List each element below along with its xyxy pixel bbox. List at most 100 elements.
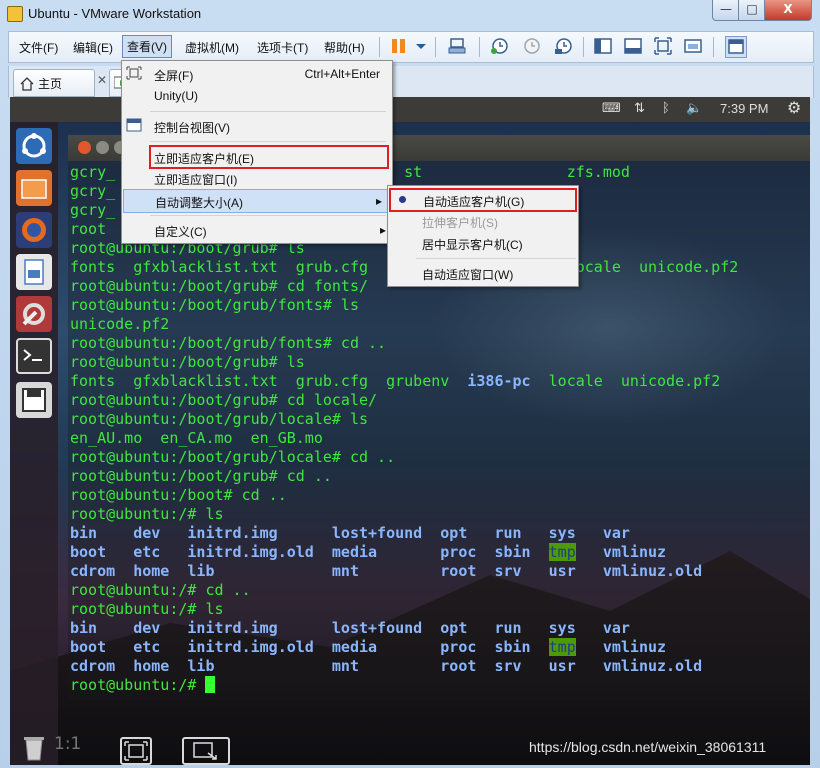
menu-item-label: 自动适应客户机(G) <box>423 195 525 209</box>
terminal-icon[interactable] <box>16 338 52 374</box>
snapshot-manager-icon[interactable] <box>553 36 573 56</box>
menu-item-fit-window-now[interactable]: 立即适应窗口(I) <box>122 167 392 189</box>
terminal-text: bin dev initrd.img lost+found opt run sy… <box>70 524 630 542</box>
toolbar-separator <box>379 37 380 57</box>
bluetooth-icon[interactable]: ᛒ <box>662 101 670 116</box>
terminal-cursor <box>205 676 216 693</box>
menu-item-unity[interactable]: Unity(U) <box>122 85 392 107</box>
terminal-text: root@ubuntu:/boot# cd .. <box>70 486 287 504</box>
view-menu: 全屏(F) Ctrl+Alt+Enter Unity(U) 控制台视图(V) 立… <box>121 60 393 244</box>
terminal-text: tmp <box>548 638 576 656</box>
window-title: Ubuntu - VMware Workstation <box>28 6 202 21</box>
menu-item-center-guest[interactable]: 居中显示客户机(C) <box>388 232 578 254</box>
terminal-text: root@ubuntu:/boot/grub# ls <box>70 353 305 371</box>
terminal-text: root@ubuntu:/boot/grub/fonts# ls <box>70 296 359 314</box>
save-disk-icon[interactable] <box>16 382 52 418</box>
document-viewer-icon[interactable] <box>16 254 52 290</box>
full-screen-icon[interactable] <box>653 36 673 56</box>
close-button[interactable]: X <box>764 0 812 21</box>
settings-icon[interactable] <box>16 296 52 332</box>
unity-icon[interactable] <box>683 36 703 56</box>
show-library-icon[interactable] <box>593 36 613 56</box>
menu-bar: 文件(F) 编辑(E) 查看(V) 虚拟机(M) 选项卡(T) 帮助(H) <box>8 31 814 63</box>
files-icon[interactable] <box>16 170 52 206</box>
menu-item-label: 控制台视图(V) <box>154 121 230 135</box>
menu-item-customize[interactable]: 自定义(C) ▸ <box>122 219 392 241</box>
terminal-text: root@ubuntu:/boot/grub# cd .. <box>70 467 332 485</box>
autosize-submenu: 自动适应客户机(G) 拉伸客户机(S) 居中显示客户机(C) 自动适应窗口(W) <box>387 185 579 287</box>
terminal-text: root@ubuntu:/boot/grub/fonts# cd .. <box>70 334 387 352</box>
terminal-text: vmlinuz <box>575 543 667 561</box>
network-icon[interactable]: ⇅ <box>634 101 645 116</box>
menu-item-autofit-guest[interactable]: 自动适应客户机(G) <box>389 188 577 212</box>
terminal-text: gcry_ <box>70 163 116 181</box>
menu-item-autosize[interactable]: 自动调整大小(A) ▸ <box>123 189 389 213</box>
toolbar-separator <box>479 37 480 57</box>
menu-vm[interactable]: 虚拟机(M) <box>181 38 243 57</box>
submenu-arrow-icon: ▸ <box>379 223 386 237</box>
minimize-button[interactable]: — <box>712 0 740 21</box>
menu-item-label: 立即适应窗口(I) <box>154 173 238 187</box>
speaker-icon[interactable]: 🔈 <box>686 101 702 116</box>
menu-help[interactable]: 帮助(H) <box>320 38 369 57</box>
terminal-line: bin dev initrd.img lost+found opt run sy… <box>70 619 738 638</box>
terminal-text: boot etc initrd.img.old media proc sbin <box>70 638 549 656</box>
watermark: https://blog.csdn.net/weixin_38061311 <box>529 739 767 755</box>
fit-guest-icon[interactable] <box>120 737 152 765</box>
toolbar-separator <box>713 37 714 57</box>
menu-edit[interactable]: 编辑(E) <box>69 38 117 57</box>
terminal-line: root@ubuntu:/boot/grub/fonts# cd .. <box>70 334 738 353</box>
menu-item-label: Unity(U) <box>154 89 198 103</box>
terminal-minimize-icon[interactable] <box>96 141 109 154</box>
snapshot-icon[interactable] <box>489 36 509 56</box>
terminal-close-icon[interactable] <box>78 141 91 154</box>
menu-view[interactable]: 查看(V) <box>122 35 172 58</box>
pause-icon[interactable] <box>389 36 409 56</box>
gear-icon[interactable]: ⚙ <box>787 98 801 117</box>
menu-item-autofit-window[interactable]: 自动适应窗口(W) <box>388 262 578 284</box>
revert-snapshot-icon[interactable] <box>521 36 541 56</box>
terminal-text: root@ubuntu:/# cd .. <box>70 581 251 599</box>
terminal-text: root@ubuntu:/# ls <box>70 600 224 618</box>
home-icon <box>20 76 34 95</box>
terminal-text: bin dev initrd.img lost+found opt run sy… <box>70 619 630 637</box>
terminal-text: gcry_ <box>70 182 116 200</box>
terminal-line: fonts gfxblacklist.txt grub.cfg grubenv … <box>70 372 738 391</box>
tab-home[interactable]: 主页 <box>13 69 95 97</box>
firefox-icon[interactable] <box>16 212 52 248</box>
terminal-text: root@ubuntu:/boot/grub/locale# ls <box>70 410 369 428</box>
terminal-line: root@ubuntu:/# <box>70 676 738 695</box>
terminal-line: cdrom home lib mnt root srv usr vmlinuz.… <box>70 657 738 676</box>
menu-item-fullscreen[interactable]: 全屏(F) Ctrl+Alt+Enter <box>122 63 392 85</box>
terminal-line: cdrom home lib mnt root srv usr vmlinuz.… <box>70 562 738 581</box>
terminal-line: bin dev initrd.img lost+found opt run sy… <box>70 524 738 543</box>
terminal-text: gcry_ <box>70 201 116 219</box>
fit-window-icon[interactable] <box>182 737 230 765</box>
terminal-line: boot etc initrd.img.old media proc sbin … <box>70 543 738 562</box>
thumbnail-bar-icon[interactable] <box>623 36 643 56</box>
title-bar: Ubuntu - VMware Workstation — □ X <box>0 0 820 30</box>
menu-item-console-view[interactable]: 控制台视图(V) <box>122 115 392 137</box>
maximize-button[interactable]: □ <box>738 0 766 21</box>
keyboard-icon[interactable]: ⌨ <box>602 101 621 116</box>
chevron-down-icon[interactable] <box>411 36 431 56</box>
menu-item-label: 自动适应窗口(W) <box>422 268 514 282</box>
terminal-line: root@ubuntu:/boot/grub# cd locale/ <box>70 391 738 410</box>
clock[interactable]: 7:39 PM <box>720 101 768 116</box>
terminal-line: en_AU.mo en_CA.mo en_GB.mo <box>70 429 738 448</box>
menu-file[interactable]: 文件(F) <box>15 38 62 57</box>
menu-item-label: 自动调整大小(A) <box>155 196 243 210</box>
ubuntu-dash-icon[interactable] <box>16 128 52 164</box>
trash-icon[interactable] <box>16 730 52 765</box>
console-view-icon[interactable] <box>725 36 747 58</box>
send-keys-icon[interactable] <box>447 36 467 56</box>
close-tab-icon[interactable]: ✕ <box>97 73 107 87</box>
terminal-text: en_AU.mo en_CA.mo en_GB.mo <box>70 429 323 447</box>
menu-separator <box>416 258 576 259</box>
menu-tabs[interactable]: 选项卡(T) <box>253 38 312 57</box>
menu-item-fit-guest-now[interactable]: 立即适应客户机(E) <box>149 145 389 169</box>
tab-home-label: 主页 <box>38 77 63 91</box>
terminal-line: root@ubuntu:/boot/grub# ls <box>70 353 738 372</box>
menu-item-label: 居中显示客户机(C) <box>422 238 523 252</box>
terminal-line: root@ubuntu:/# cd .. <box>70 581 738 600</box>
